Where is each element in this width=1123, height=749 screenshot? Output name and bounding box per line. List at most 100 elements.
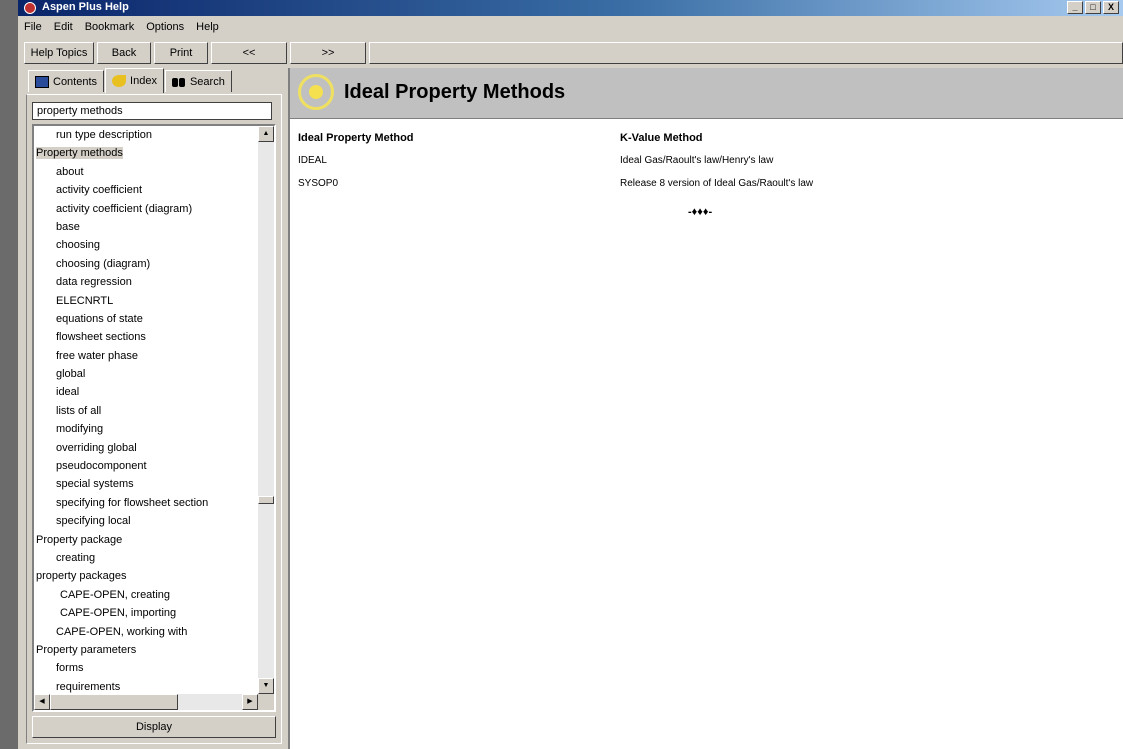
previous-topic-button[interactable]: << <box>211 42 287 64</box>
key-icon <box>112 75 127 87</box>
index-list-item[interactable]: Property methods <box>34 144 256 162</box>
index-list-item[interactable]: CAPE-OPEN, working with <box>34 623 256 641</box>
index-list-item[interactable]: special systems <box>34 475 256 493</box>
index-list-item[interactable]: choosing (diagram) <box>34 255 256 273</box>
topic-heading-band: Ideal Property Methods <box>290 68 1123 119</box>
print-button[interactable]: Print <box>154 42 208 64</box>
vertical-scroll-thumb[interactable] <box>258 496 274 504</box>
index-list-item[interactable]: creating <box>34 549 256 567</box>
scroll-up-button[interactable]: ▲ <box>258 126 274 142</box>
index-list-item-label: flowsheet sections <box>56 331 146 344</box>
cell-method[interactable]: IDEAL <box>298 155 327 166</box>
index-list-item[interactable]: specifying for flowsheet section <box>34 494 256 512</box>
index-list-item[interactable]: overriding global <box>34 439 256 457</box>
index-list-item[interactable]: ELECNRTL <box>34 292 256 310</box>
index-list-item[interactable]: free water phase <box>34 347 256 365</box>
tab-contents-label: Contents <box>53 75 98 88</box>
index-list-item[interactable]: global <box>34 365 256 383</box>
tab-search-label: Search <box>189 75 225 88</box>
minimize-button[interactable]: _ <box>1067 1 1083 14</box>
back-button[interactable]: Back <box>97 42 151 64</box>
index-list-item[interactable]: Property parameters <box>34 641 256 659</box>
index-list-item-label: run type description <box>56 129 152 141</box>
page-title: Ideal Property Methods <box>344 81 566 103</box>
index-list-item[interactable]: base <box>34 218 256 236</box>
cell-kvalue: Release 8 version of Ideal Gas/Raoult's … <box>620 178 814 189</box>
index-list-item[interactable]: pseudocomponent <box>34 457 256 475</box>
section-separator: -♦♦♦- <box>688 206 713 218</box>
index-list-item[interactable]: modifying <box>34 420 256 438</box>
index-list-item[interactable]: equations of state <box>34 310 256 328</box>
menu-bookmark[interactable]: Bookmark <box>79 18 141 38</box>
index-search-input[interactable] <box>32 102 272 120</box>
index-list-item-label: global <box>56 368 86 381</box>
index-list-item[interactable]: CAPE-OPEN, importing <box>34 604 256 622</box>
scroll-down-button[interactable]: ▼ <box>258 678 274 694</box>
index-list-item-label: specifying local <box>56 515 131 528</box>
index-list-item-label: Property methods <box>36 147 123 160</box>
index-list-item[interactable]: activity coefficient <box>34 181 256 199</box>
maximize-button[interactable]: □ <box>1085 1 1101 14</box>
index-list-item-label: activity coefficient <box>56 184 143 197</box>
tab-search[interactable]: Search <box>164 70 232 92</box>
index-list-item[interactable]: CAPE-OPEN, creating <box>34 586 256 604</box>
menu-edit[interactable]: Edit <box>48 18 79 38</box>
tab-contents[interactable]: Contents <box>28 70 105 92</box>
index-list[interactable]: run type description Property methods abou… <box>32 124 276 712</box>
menu-options[interactable]: Options <box>140 18 190 38</box>
aspen-logo-icon <box>298 74 334 110</box>
column-header-kvalue: K-Value Method <box>620 132 703 144</box>
index-list-item[interactable]: Property package <box>34 531 256 549</box>
index-list-item-label: pseudocomponent <box>56 460 147 473</box>
index-list-item-label: activity coefficient (diagram) <box>56 202 193 215</box>
help-window: Aspen Plus Help _ □ X File Edit Bookmark… <box>18 0 1123 749</box>
index-list-item[interactable]: specifying local <box>34 512 256 530</box>
close-button[interactable]: X <box>1103 1 1119 14</box>
display-button[interactable]: Display <box>32 716 276 738</box>
index-list-item[interactable]: run type description <box>34 126 256 144</box>
index-list-item-label: ideal <box>56 386 80 399</box>
index-items: run type description Property methods abou… <box>34 126 256 696</box>
index-list-item[interactable]: activity coefficient (diagram) <box>34 200 256 218</box>
index-list-item[interactable]: lists of all <box>34 402 256 420</box>
vertical-scrollbar[interactable]: ▲ ▼ <box>258 126 274 694</box>
index-list-item[interactable]: ideal <box>34 383 256 401</box>
toolbar-filler <box>369 42 1123 64</box>
menu-bar: File Edit Bookmark Options Help <box>18 18 225 38</box>
index-list-item-label: Property parameters <box>36 643 137 656</box>
tab-index[interactable]: Index <box>105 68 164 93</box>
index-list-item[interactable]: flowsheet sections <box>34 328 256 346</box>
index-list-item-label: CAPE-OPEN, working with <box>56 625 188 638</box>
menu-file[interactable]: File <box>18 18 48 38</box>
index-list-item-label: overriding global <box>56 441 137 454</box>
index-list-item-label: property packages <box>36 570 127 583</box>
index-list-item-label: data regression <box>56 276 132 289</box>
window-title: Aspen Plus Help <box>42 1 129 13</box>
nav-tabs: Contents Index Search <box>28 68 233 94</box>
index-list-item-label: equations of state <box>56 312 143 325</box>
window-controls: _ □ X <box>1067 1 1119 14</box>
index-list-item[interactable]: choosing <box>34 236 256 254</box>
cell-kvalue: Ideal Gas/Raoult's law/Henry's law <box>620 155 774 166</box>
scroll-left-button[interactable]: ◀ <box>34 694 50 710</box>
index-list-item-label: special systems <box>56 478 134 491</box>
title-bar: Aspen Plus Help _ □ X <box>18 0 1123 16</box>
horizontal-scrollbar[interactable]: ◀ ▶ <box>34 694 258 710</box>
index-list-item[interactable]: forms <box>34 659 256 677</box>
index-list-item-label: CAPE-OPEN, creating <box>60 588 171 601</box>
menu-help[interactable]: Help <box>190 18 225 38</box>
tab-index-label: Index <box>130 75 157 87</box>
help-topics-button[interactable]: Help Topics <box>24 42 94 64</box>
index-list-item[interactable]: about <box>34 163 256 181</box>
index-list-item[interactable]: property packages <box>34 567 256 585</box>
index-list-item-label: Property package <box>36 533 123 546</box>
scroll-right-button[interactable]: ▶ <box>242 694 258 710</box>
horizontal-scroll-thumb[interactable] <box>50 694 178 710</box>
index-list-item-label: choosing <box>56 239 101 252</box>
background-strip <box>0 0 18 749</box>
index-list-item[interactable]: data regression <box>34 273 256 291</box>
index-list-item-label: free water phase <box>56 349 138 362</box>
cell-method[interactable]: SYSOP0 <box>298 178 338 189</box>
index-list-item-label: ELECNRTL <box>56 294 114 307</box>
next-topic-button[interactable]: >> <box>290 42 366 64</box>
